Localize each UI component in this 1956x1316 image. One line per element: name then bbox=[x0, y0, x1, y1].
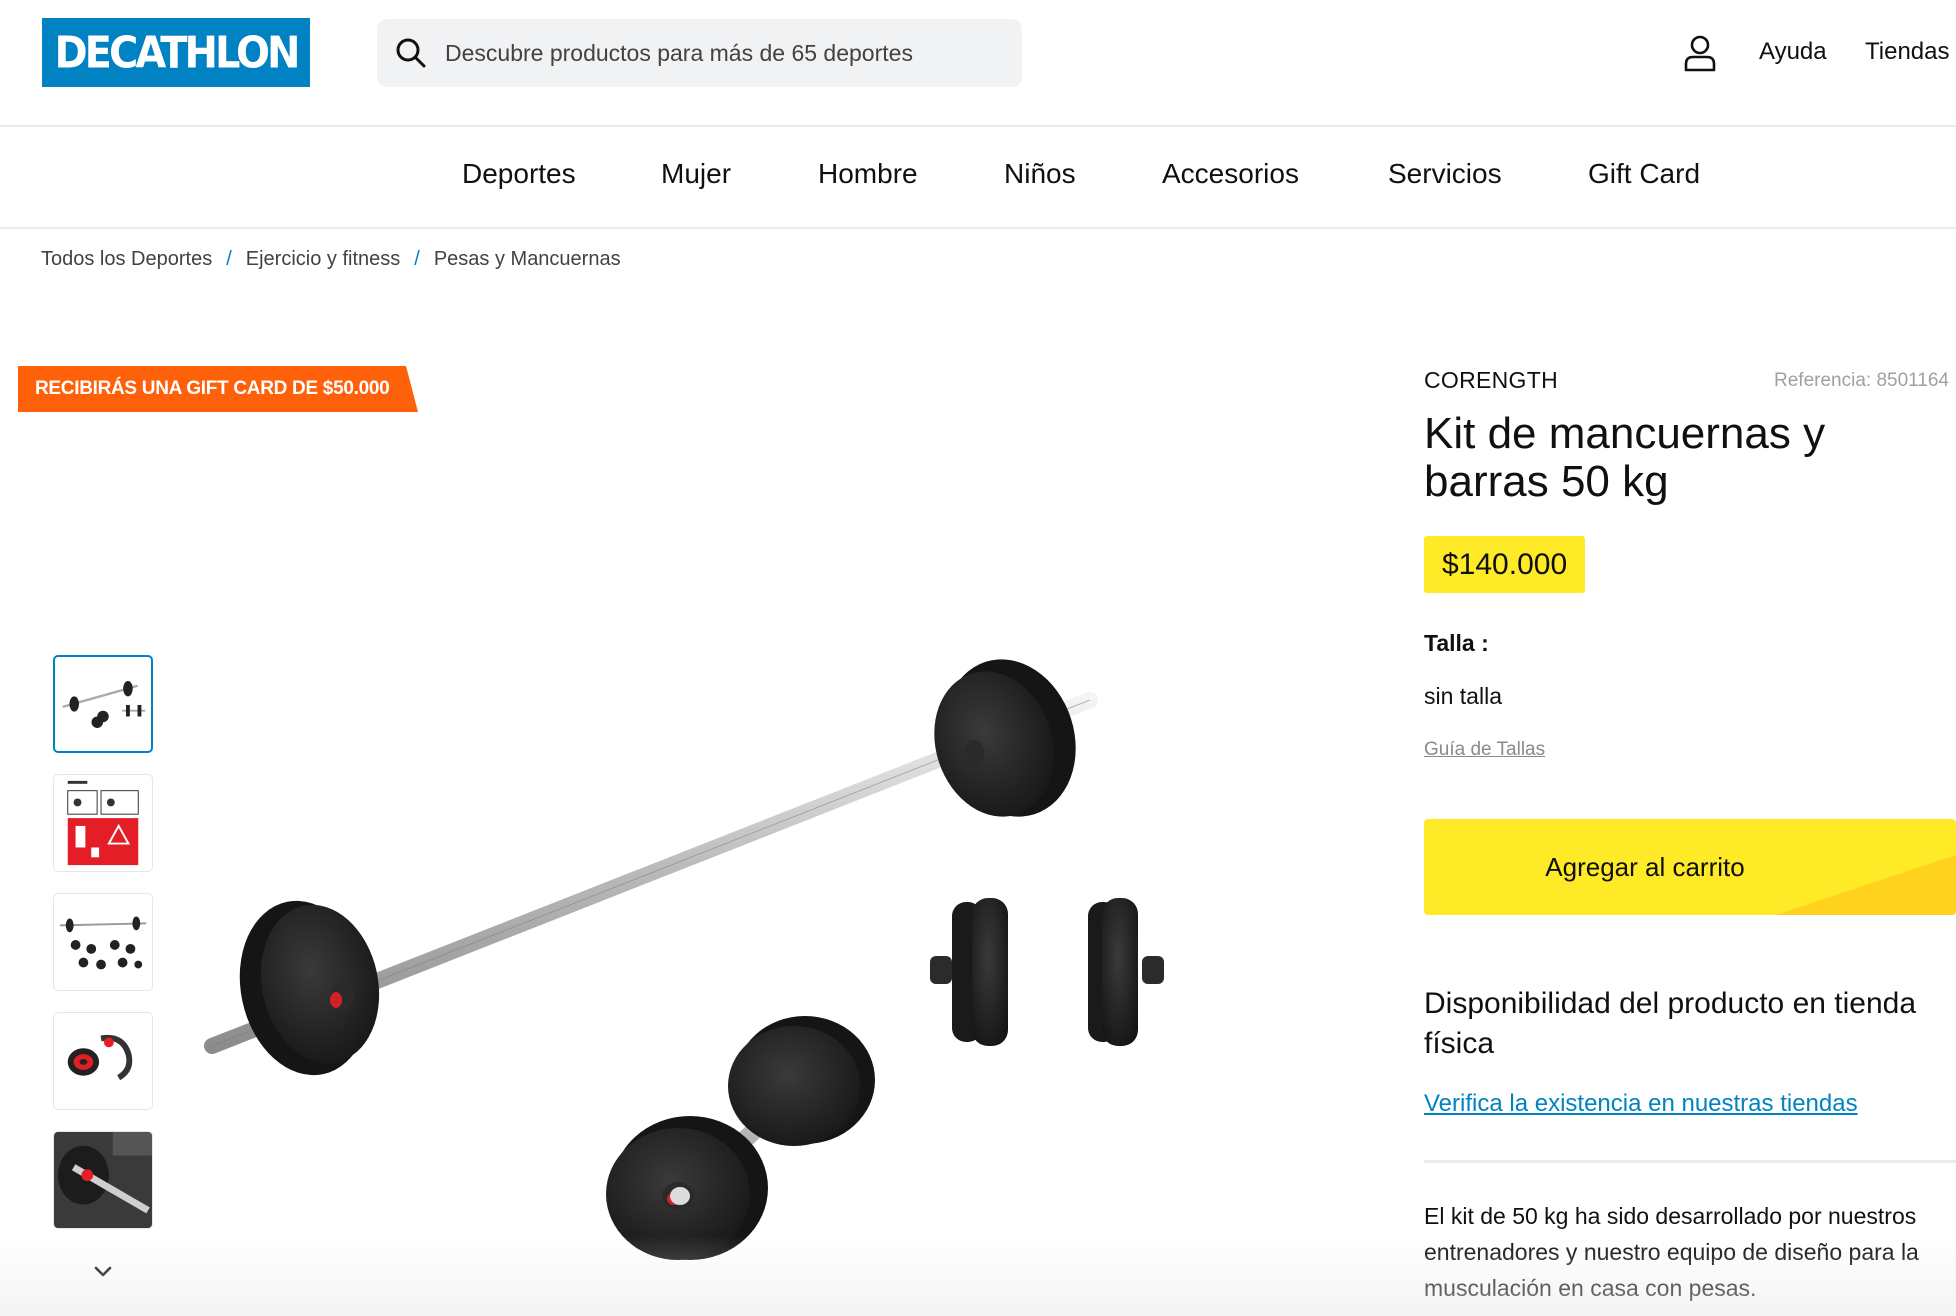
promo-text: RECIBIRÁS UNA GIFT CARD DE $50.000 bbox=[35, 378, 390, 399]
barbell-kit-thumbnail-image bbox=[62, 680, 146, 728]
product-reference: Referencia: 8501164 bbox=[1774, 370, 1949, 391]
gift-card-promo-badge: RECIBIRÁS UNA GIFT CARD DE $50.000 bbox=[18, 366, 418, 412]
size-value: sin talla bbox=[1424, 683, 1502, 709]
product-main-image[interactable] bbox=[190, 640, 1210, 1260]
breadcrumb-separator: / bbox=[226, 248, 232, 270]
nav-item-ninos[interactable]: Niños bbox=[1004, 158, 1076, 190]
breadcrumb: Todos los Deportes / Ejercicio y fitness… bbox=[41, 248, 621, 271]
breadcrumb-item-pesas-mancuernas[interactable]: Pesas y Mancuernas bbox=[434, 248, 621, 271]
nav-item-hombre[interactable]: Hombre bbox=[818, 158, 918, 190]
product-brand[interactable]: CORENGTH bbox=[1424, 367, 1558, 394]
nav-item-servicios[interactable]: Servicios bbox=[1388, 158, 1502, 190]
logo-text: DECATHLON bbox=[54, 27, 300, 78]
breadcrumb-separator: / bbox=[414, 248, 420, 270]
check-store-stock-link[interactable]: Verifica la existencia en nuestras tiend… bbox=[1424, 1090, 1858, 1118]
collar-clip-thumbnail-image bbox=[67, 1034, 133, 1081]
thumbnail-2[interactable] bbox=[53, 774, 153, 872]
nav-item-gift-card[interactable]: Gift Card bbox=[1588, 158, 1700, 190]
section-divider bbox=[1424, 1160, 1956, 1163]
instructions-thumbnail-image bbox=[67, 780, 139, 866]
nav-item-deportes[interactable]: Deportes bbox=[462, 158, 576, 190]
product-title: Kit de mancuernas y barras 50 kg bbox=[1424, 409, 1826, 506]
search-bar[interactable] bbox=[377, 19, 1022, 87]
nav-item-mujer[interactable]: Mujer bbox=[661, 158, 731, 190]
product-price: $140.000 bbox=[1424, 536, 1586, 593]
main-navigation: Deportes Mujer Hombre Niños Accesorios S… bbox=[0, 128, 1956, 229]
stores-link[interactable]: Tiendas bbox=[1865, 38, 1950, 66]
thumbnail-5[interactable] bbox=[53, 1131, 153, 1229]
add-to-cart-label: Agregar al carrito bbox=[1545, 851, 1745, 882]
button-accent-stripe bbox=[1776, 855, 1956, 915]
search-input[interactable] bbox=[445, 39, 1005, 67]
thumbnail-1[interactable] bbox=[53, 655, 153, 753]
search-icon bbox=[396, 38, 426, 68]
size-label: Talla : bbox=[1424, 630, 1489, 656]
user-account-icon[interactable] bbox=[1683, 34, 1717, 72]
breadcrumb-item-ejercicio-fitness[interactable]: Ejercicio y fitness bbox=[246, 248, 401, 271]
thumbnail-3[interactable] bbox=[53, 893, 153, 991]
chevron-down-icon[interactable] bbox=[88, 1260, 118, 1284]
help-link[interactable]: Ayuda bbox=[1759, 38, 1827, 66]
nav-item-accesorios[interactable]: Accesorios bbox=[1162, 158, 1299, 190]
product-description: El kit de 50 kg ha sido desarrollado por… bbox=[1424, 1203, 1919, 1301]
decathlon-logo[interactable]: DECATHLON bbox=[42, 18, 310, 87]
barbell-detail-thumbnail-image bbox=[54, 1132, 152, 1228]
size-guide-link[interactable]: Guía de Tallas bbox=[1424, 739, 1545, 761]
breadcrumb-item-todos-deportes[interactable]: Todos los Deportes bbox=[41, 248, 212, 271]
add-to-cart-button[interactable]: Agregar al carrito bbox=[1424, 819, 1956, 915]
thumbnail-4[interactable] bbox=[53, 1012, 153, 1110]
site-header: DECATHLON Ayuda Tiendas bbox=[0, 0, 1956, 127]
store-availability-heading: Disponibilidad del producto en tienda fí… bbox=[1424, 987, 1917, 1060]
kit-contents-thumbnail-image bbox=[59, 916, 147, 970]
